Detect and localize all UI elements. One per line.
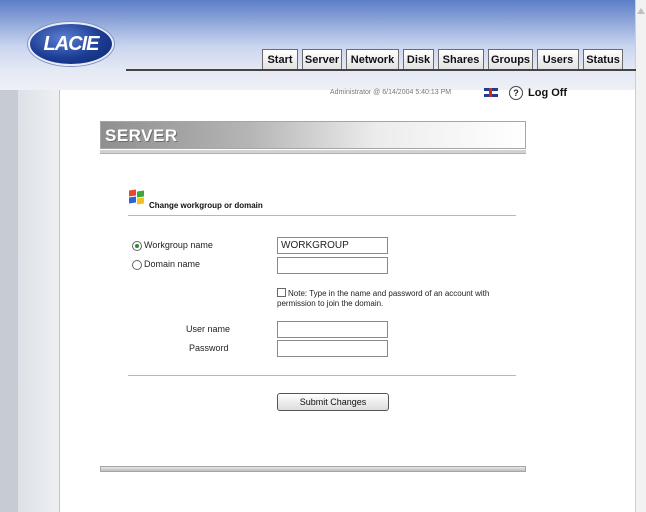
tab-start[interactable]: Start [262,49,298,69]
tab-users[interactable]: Users [537,49,579,69]
form-separator [128,375,516,376]
tab-label: Status [586,53,620,66]
tab-network[interactable]: Network [346,49,399,69]
help-icon[interactable]: ? [509,86,523,100]
left-divider [59,90,60,512]
lacie-logo: LACIE [28,22,114,66]
tab-server[interactable]: Server [302,49,342,69]
note-icon [277,288,286,297]
footer-bar [100,466,526,472]
tab-baseline [126,69,636,71]
logo-text: LACIE [43,32,100,55]
scroll-up-arrow-icon[interactable] [637,8,645,14]
tab-label: Server [304,53,340,66]
tab-label: Network [350,53,395,66]
tab-label: Users [542,53,574,66]
uk-flag-icon[interactable] [484,88,498,97]
tab-groups[interactable]: Groups [488,49,533,69]
help-glyph: ? [513,88,519,98]
tab-label: Start [267,53,293,66]
page-title: SERVER [105,126,178,145]
domain-radio[interactable] [132,260,142,270]
tab-label: Shares [442,53,480,66]
username-input[interactable] [277,321,388,338]
tab-shares[interactable]: Shares [438,49,484,69]
tab-label: Groups [490,53,531,66]
note-text: Note: Type in the name and password of a… [277,289,490,308]
section-title: Change workgroup or domain [149,201,263,210]
banner-underline [100,150,526,154]
domain-name-input[interactable] [277,257,388,274]
left-sidebar-strip [0,90,18,512]
domain-note: Note: Type in the name and password of a… [277,287,527,309]
left-sidebar-panel [18,90,60,512]
tab-status[interactable]: Status [583,49,623,69]
workgroup-label: Workgroup name [144,240,213,250]
windows-logo-icon [128,189,145,205]
scrollbar[interactable] [635,0,646,512]
session-info: Administrator @ 6/14/2004 5:40:13 PM [330,89,452,96]
password-input[interactable] [277,340,388,357]
logoff-link[interactable]: Log Off [528,87,567,99]
workgroup-radio[interactable] [132,241,142,251]
section-separator [128,215,516,216]
password-label: Password [189,343,229,353]
submit-changes-button[interactable]: Submit Changes [277,393,389,411]
page-title-banner: SERVER [100,121,526,149]
username-label: User name [186,324,231,334]
tab-disk[interactable]: Disk [403,49,434,69]
main-tabs: Start Server Network Disk Shares Groups … [262,49,627,69]
domain-label: Domain name [144,259,201,269]
workgroup-name-input[interactable]: WORKGROUP [277,237,388,254]
tab-label: Disk [406,53,431,66]
